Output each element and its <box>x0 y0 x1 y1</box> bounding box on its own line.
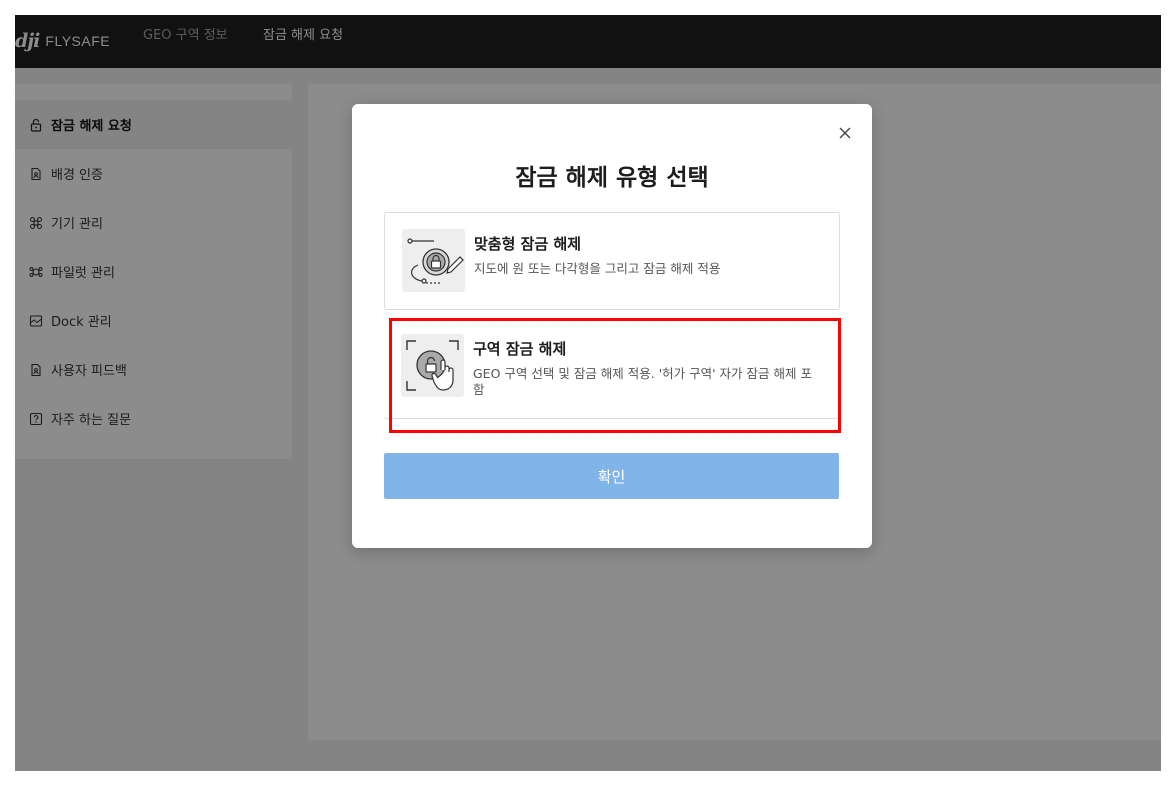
option-title: 맞춤형 잠금 해제 <box>474 235 582 253</box>
confirm-button[interactable]: 확인 <box>384 453 839 499</box>
app-frame: dji FLYSAFE GEO 구역 정보 잠금 해제 요청 잠금 해제 요청 … <box>15 15 1161 771</box>
dialog-title: 잠금 해제 유형 선택 <box>515 165 709 191</box>
option-description: 지도에 원 또는 다각형을 그리고 잠금 해제 적용 <box>474 261 721 276</box>
selection-highlight-box <box>389 318 841 433</box>
custom-unlock-icon <box>402 229 465 292</box>
option-custom-unlock[interactable]: 맞춤형 잠금 해제 지도에 원 또는 다각형을 그리고 잠금 해제 적용 <box>384 212 840 310</box>
close-icon[interactable] <box>834 122 856 144</box>
